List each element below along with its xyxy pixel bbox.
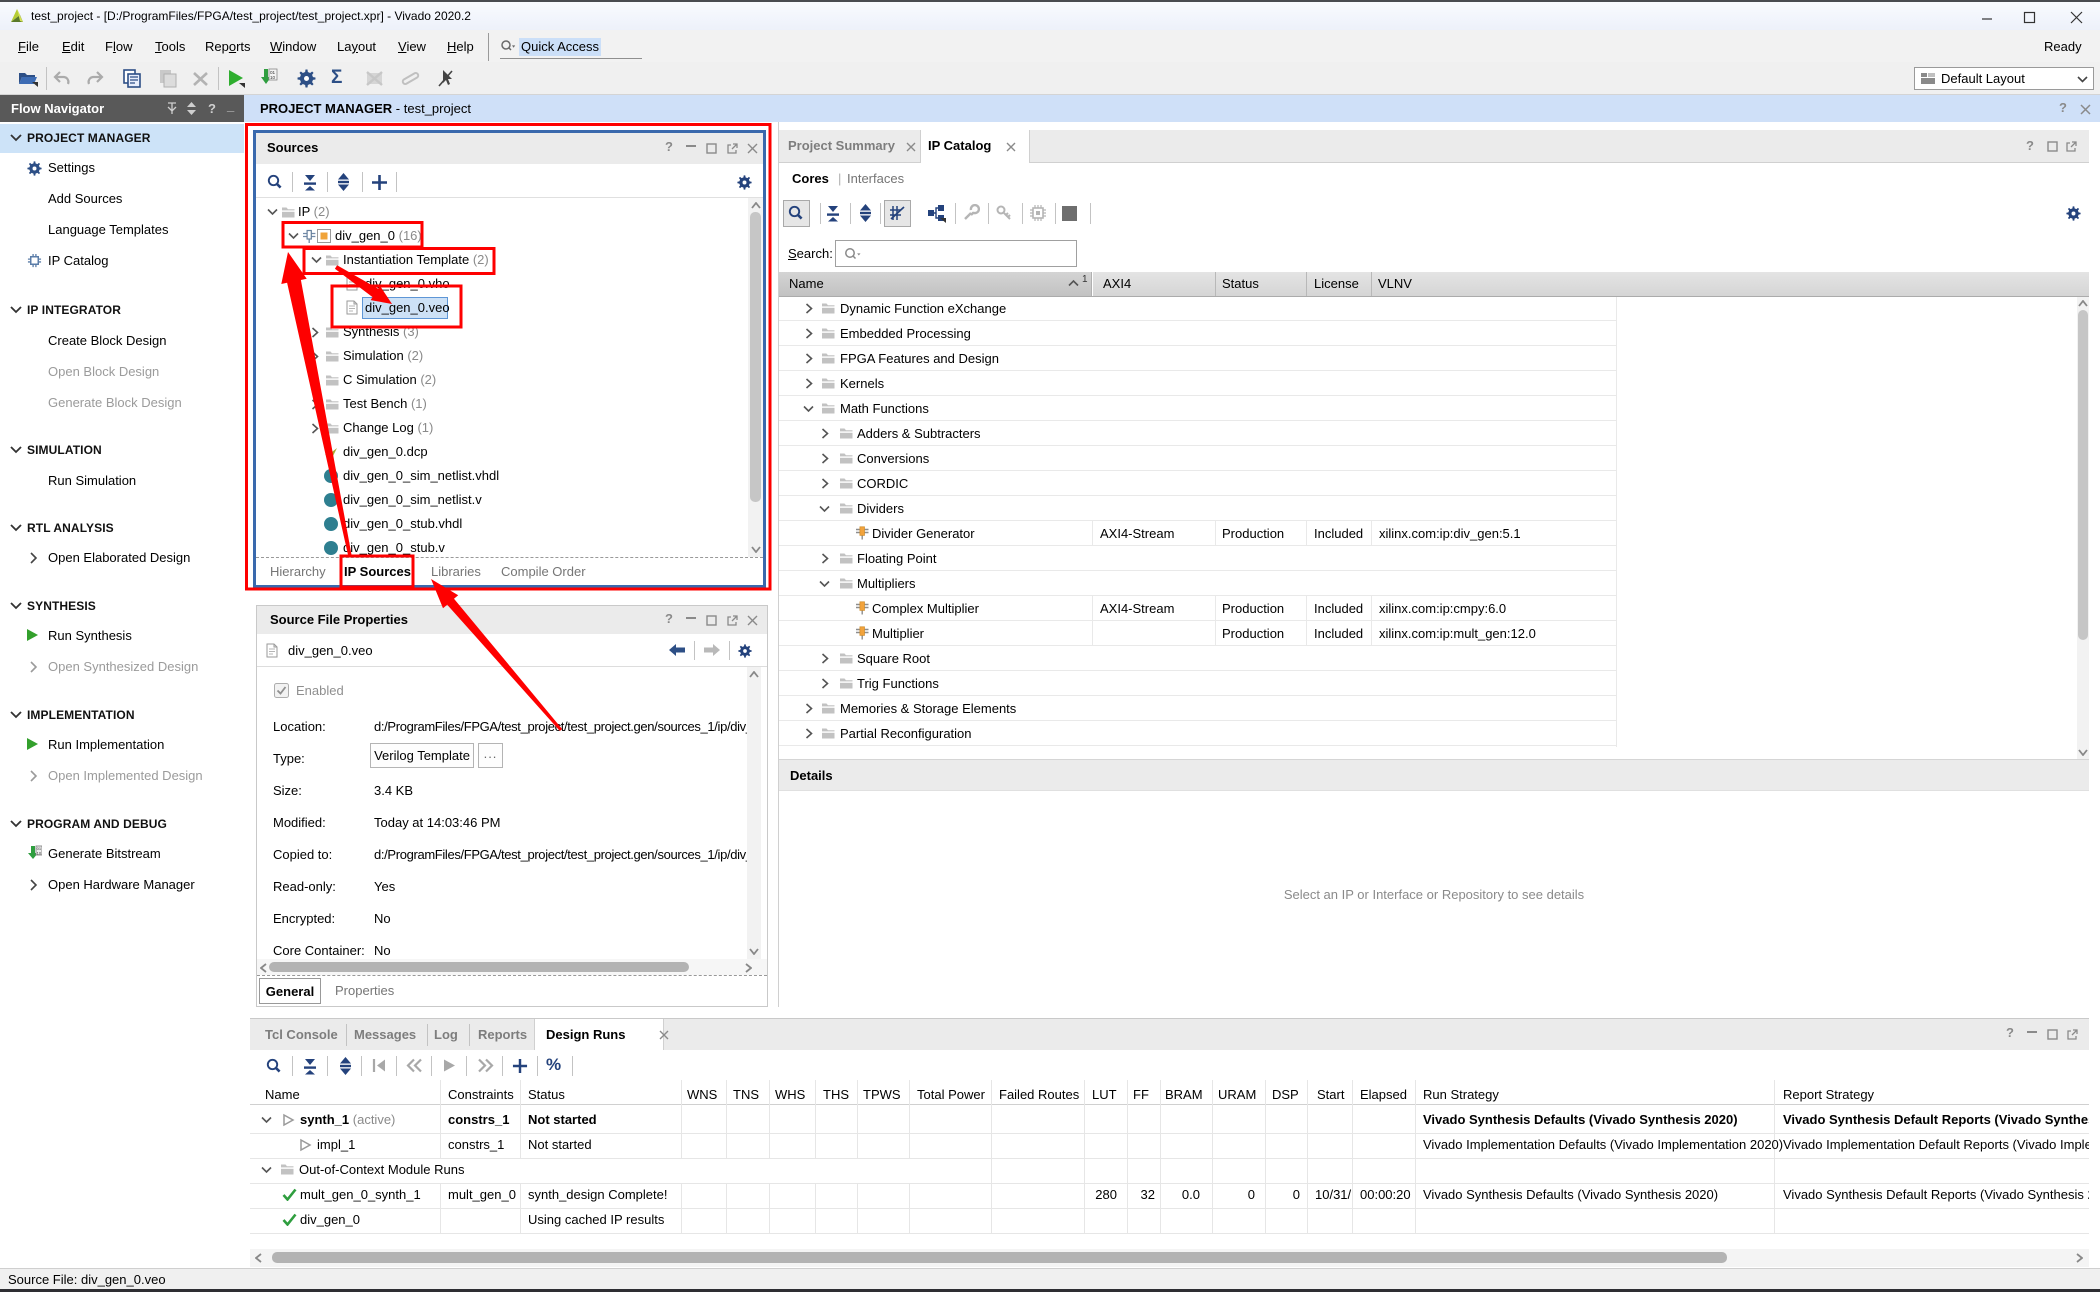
svg-text:10: 10 — [37, 850, 42, 855]
svg-text:10: 10 — [270, 75, 276, 80]
